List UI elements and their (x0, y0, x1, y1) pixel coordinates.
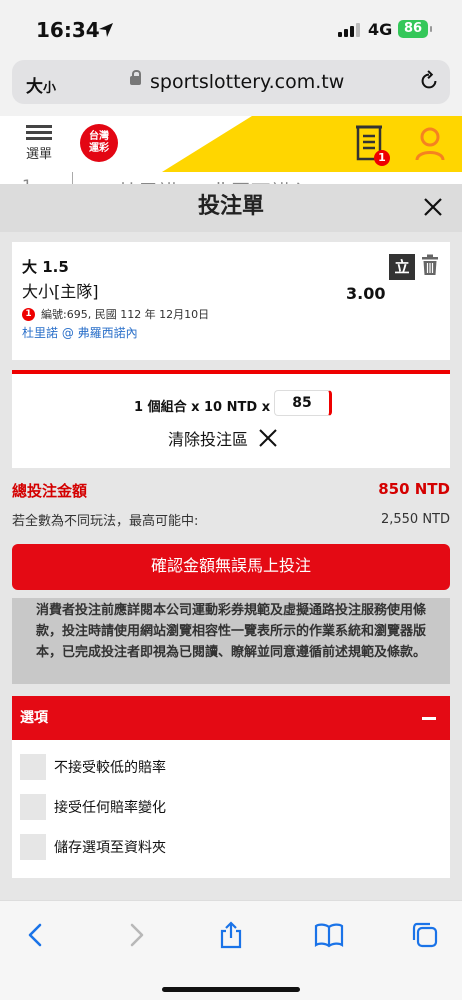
menu-label: 選單 (25, 147, 52, 162)
url-text[interactable]: sportslottery.com.tw (150, 71, 344, 93)
site-header: 選單 台灣 運彩 1 (0, 116, 462, 172)
options-title: 選項 (20, 710, 48, 726)
bookmarks-icon[interactable] (314, 921, 344, 949)
site-logo[interactable]: 台灣 運彩 (80, 124, 118, 162)
clear-betslip-button[interactable]: 清除投注區 (168, 426, 278, 450)
location-arrow-icon (99, 23, 113, 37)
betslip-modal: 投注單 大 1.5 大小[主隊] 3.00 1 編號:695, 民國 112 年… (0, 184, 462, 900)
total-value: 850 NTD (378, 480, 450, 498)
bet-info: 1 編號:695, 民國 112 年 12月10日 (22, 306, 209, 322)
modal-title: 投注單 (0, 184, 462, 232)
forward-icon[interactable] (120, 921, 150, 949)
option-label: 接受任何賠率變化 (54, 800, 166, 816)
tabs-icon[interactable] (410, 921, 440, 949)
lock-icon (130, 70, 141, 88)
options-header[interactable]: 選項 (12, 696, 450, 740)
option-accept-any-odds[interactable]: 接受任何賠率變化 (20, 794, 166, 820)
bet-selection: 大 1.5 (22, 258, 69, 276)
hamburger-icon (22, 125, 56, 140)
reload-icon[interactable] (418, 70, 440, 92)
option-save-to-folder[interactable]: 儲存選項至資料夾 (20, 834, 166, 860)
checkbox[interactable] (20, 794, 46, 820)
max-payout-value: 2,550 NTD (380, 512, 450, 527)
home-indicator (162, 987, 300, 992)
option-reject-lower-odds[interactable]: 不接受較低的賠率 (20, 754, 166, 780)
status-time: 16:34 (36, 18, 100, 42)
bet-match-link[interactable]: 杜里諾 @ 弗羅西諾內 (22, 324, 138, 341)
option-label: 不接受較低的賠率 (54, 760, 166, 776)
status-bar: 16:34 4G 86 (0, 0, 462, 56)
share-icon[interactable] (216, 921, 246, 949)
confirm-bet-button[interactable]: 確認金額無誤馬上投注 (12, 544, 450, 590)
checkbox[interactable] (20, 754, 46, 780)
stand-button[interactable]: 立 (389, 254, 415, 280)
total-label: 總投注金額 (12, 482, 88, 500)
battery-icon: 86 (398, 20, 432, 38)
close-icon[interactable] (422, 196, 444, 218)
network-type: 4G (368, 20, 393, 39)
stake-multiplier-input[interactable]: 85 (274, 390, 332, 416)
user-icon[interactable] (414, 126, 446, 162)
signal-icon (338, 23, 362, 37)
betslip-count-badge: 1 (374, 150, 390, 166)
checkbox[interactable] (20, 834, 46, 860)
total-row: 總投注金額 850 NTD (12, 480, 450, 504)
address-bar[interactable]: 大小 sportslottery.com.tw (12, 60, 450, 104)
stake-card: 1 個組合 x 10 NTD x 85 清除投注區 (12, 370, 450, 468)
clear-label: 清除投注區 (168, 430, 249, 449)
bet-odds: 3.00 (346, 284, 386, 303)
info-badge-icon: 1 (22, 307, 35, 321)
browser-toolbar (0, 900, 462, 1000)
bet-item-card: 大 1.5 大小[主隊] 3.00 1 編號:695, 民國 112 年 12月… (12, 242, 450, 360)
option-label: 儲存選項至資料夾 (54, 840, 166, 856)
options-list: 不接受較低的賠率 接受任何賠率變化 儲存選項至資料夾 (12, 740, 450, 878)
terms-text: 消費者投注前應詳閱本公司運動彩券規範及虛擬通路投注服務使用條款，投注時請使用網站… (12, 598, 450, 684)
bet-market: 大小[主隊] (22, 282, 99, 301)
trash-icon[interactable] (420, 254, 440, 276)
collapse-minus-icon[interactable] (422, 717, 436, 720)
bet-info-text: 編號:695, 民國 112 年 12月10日 (41, 308, 210, 321)
menu-button[interactable]: 選單 (22, 122, 56, 168)
clear-x-icon (259, 429, 277, 447)
max-payout-row: 若全數為不同玩法，最高可能中: 2,550 NTD (12, 510, 450, 530)
back-icon[interactable] (22, 921, 52, 949)
combo-label: 1 個組合 x 10 NTD x (134, 400, 271, 415)
max-payout-label: 若全數為不同玩法，最高可能中: (12, 514, 199, 529)
text-size-button[interactable]: 大小 (26, 72, 56, 97)
